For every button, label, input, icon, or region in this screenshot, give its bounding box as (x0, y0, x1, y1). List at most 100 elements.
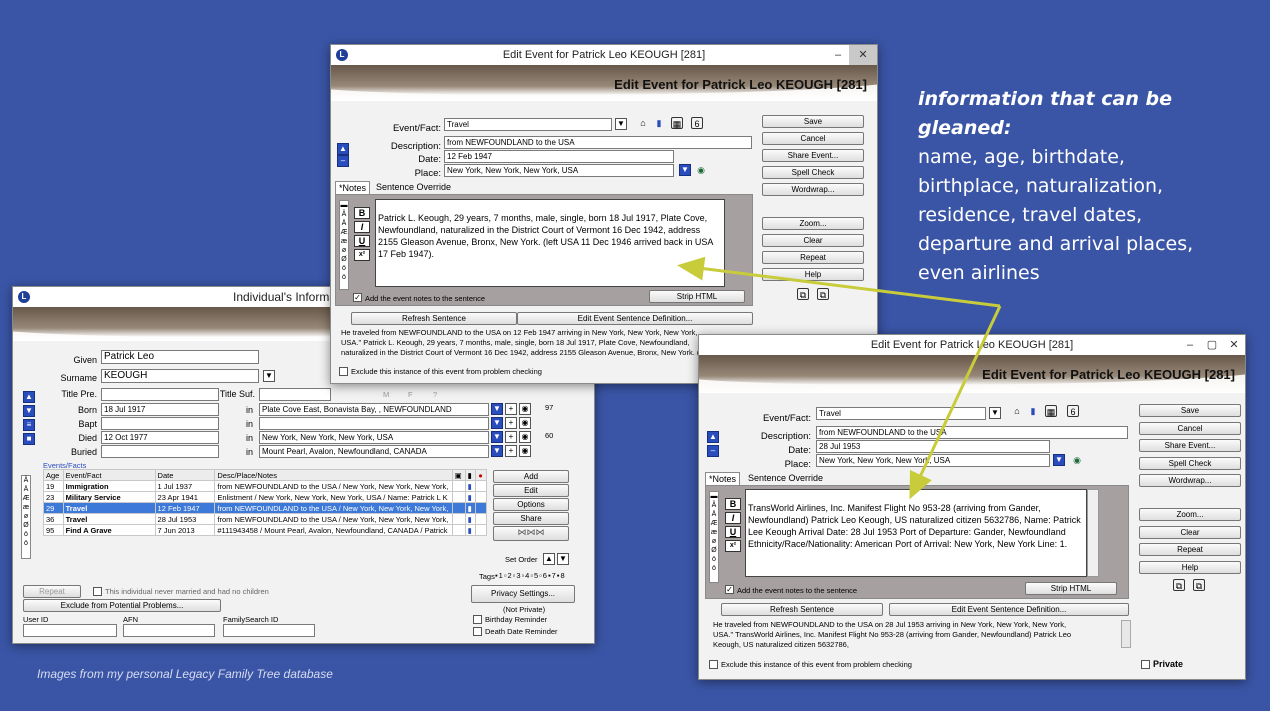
address-icon[interactable]: ⌂ (1011, 405, 1023, 417)
repeat-button[interactable]: Repeat (762, 251, 864, 264)
place-dropdown[interactable]: ▼ (679, 164, 691, 176)
table-row[interactable]: 23 Military Service 23 Apr 1941 Enlistment … (43, 491, 487, 503)
strip-html-button[interactable]: Strip HTML (1025, 582, 1117, 595)
never-married-checkbox[interactable] (93, 587, 102, 596)
place-field[interactable]: New York, New York, New York, USA (816, 454, 1050, 467)
death-reminder-checkbox[interactable] (473, 627, 482, 636)
share-event-button[interactable]: Share Event... (762, 149, 864, 162)
close-button[interactable]: ✕ (849, 45, 877, 65)
copy-icon[interactable]: ⧉ (797, 288, 809, 300)
help-button[interactable]: Help (762, 268, 864, 281)
gender-m[interactable]: M (383, 390, 389, 399)
paste-icon[interactable]: ⧉ (1193, 579, 1205, 591)
born-place-field[interactable]: Plate Cove East, Bonavista Bay, , NEWFOU… (259, 403, 489, 416)
italic-button[interactable]: I (725, 512, 741, 524)
exclude-checkbox[interactable] (709, 660, 718, 669)
died-sources-icon[interactable]: + (505, 431, 517, 443)
record-button[interactable]: ■ (23, 433, 35, 445)
title-suf-field[interactable] (259, 388, 331, 401)
col-desc[interactable]: Desc/Place/Notes (214, 469, 453, 481)
surname-field[interactable]: KEOUGH (101, 369, 259, 383)
description-field[interactable]: from NEWFOUNDLAND to the USA (444, 136, 752, 149)
tab-notes[interactable]: *Notes (705, 472, 741, 485)
media-icon[interactable]: ▦ (671, 117, 683, 129)
event-field[interactable]: Travel (816, 407, 986, 420)
table-row[interactable]: 36 Travel 28 Jul 1953 from NEWFOUNDLAND to … (43, 513, 487, 525)
edit-sentence-definition-button[interactable]: Edit Event Sentence Definition... (889, 603, 1129, 616)
bapt-place-field[interactable] (259, 417, 489, 430)
save-button[interactable]: Save (762, 115, 864, 128)
zoom-button[interactable]: Zoom... (1139, 508, 1241, 521)
table-row[interactable]: 29 Travel 12 Feb 1947 from NEWFOUNDLAND to … (43, 502, 487, 514)
title-pre-field[interactable] (101, 388, 219, 401)
tag-icon[interactable]: 6 (1067, 405, 1079, 417)
tab-sentence-override[interactable]: Sentence Override (373, 181, 454, 194)
minimize-button[interactable]: – (1179, 335, 1201, 355)
buried-map-icon[interactable]: ◉ (519, 445, 531, 457)
died-place-field[interactable]: New York, New York, New York, USA (259, 431, 489, 444)
add-notes-checkbox[interactable]: ✓ (353, 293, 362, 302)
special-chars-column[interactable]: ▬ Â Ä Ææ ø Øö ö (339, 200, 349, 290)
edit-event-button[interactable]: Edit (493, 484, 569, 497)
clear-button[interactable]: Clear (1139, 526, 1241, 539)
nav-down-button[interactable]: ▼ (23, 405, 35, 417)
minimize-button[interactable]: – (827, 45, 849, 65)
cancel-button[interactable]: Cancel (1139, 422, 1241, 435)
refresh-sentence-button[interactable]: Refresh Sentence (351, 312, 517, 325)
events-table[interactable]: Age Event/Fact Date Desc/Place/Notes ▣ ▮ ● 19 I… (43, 469, 487, 536)
bold-button[interactable]: B (354, 207, 370, 219)
bapt-sources-icon[interactable]: + (505, 417, 517, 429)
buried-sources-icon[interactable]: + (505, 445, 517, 457)
col-age[interactable]: Age (43, 469, 64, 481)
nav-up-button[interactable]: ▲ (23, 391, 35, 403)
place-field[interactable]: New York, New York, New York, USA (444, 164, 674, 177)
tab-sentence-override[interactable]: Sentence Override (745, 472, 826, 485)
zoom-button[interactable]: Zoom... (762, 217, 864, 230)
family-list-button[interactable]: ≡ (23, 419, 35, 431)
notes-text-area[interactable]: Patrick L. Keough, 29 years, 7 months, m… (375, 199, 725, 287)
buried-date-field[interactable] (101, 445, 219, 458)
dna-button[interactable]: ⋈⋈⋈ (493, 526, 569, 541)
bapt-place-dropdown[interactable]: ▼ (491, 417, 503, 429)
surname-dropdown[interactable]: ▼ (263, 370, 275, 382)
underline-button[interactable]: U (354, 235, 370, 247)
died-place-dropdown[interactable]: ▼ (491, 431, 503, 443)
place-dropdown[interactable]: ▼ (1053, 454, 1065, 466)
superscript-button[interactable]: x² (354, 249, 370, 261)
tag-boxes[interactable]: ▪1▫2▫3▫4▫5▫6▪7▪8 (495, 571, 566, 580)
exclude-checkbox[interactable] (339, 367, 348, 376)
user-id-field[interactable] (23, 624, 117, 637)
event-field[interactable]: Travel (444, 118, 612, 131)
buried-place-field[interactable]: Mount Pearl, Avalon, Newfoundland, CANAD… (259, 445, 489, 458)
copy-icon[interactable]: ⧉ (1173, 579, 1185, 591)
notes-scrollbar[interactable] (1087, 489, 1099, 577)
close-button[interactable]: ✕ (1223, 335, 1245, 355)
given-field[interactable]: Patrick Leo (101, 350, 259, 364)
event-dropdown[interactable]: ▼ (615, 118, 627, 130)
tab-notes[interactable]: *Notes (335, 181, 371, 194)
gender-unknown[interactable]: ? (433, 390, 437, 399)
bold-button[interactable]: B (725, 498, 741, 510)
superscript-button[interactable]: x² (725, 540, 741, 552)
tag-icon[interactable]: 6 (691, 117, 703, 129)
afn-field[interactable] (123, 624, 215, 637)
exclude-problems-button[interactable]: Exclude from Potential Problems... (23, 599, 221, 612)
order-up-button[interactable]: ▲ (543, 553, 555, 565)
died-date-field[interactable]: 12 Oct 1977 (101, 431, 219, 444)
bapt-map-icon[interactable]: ◉ (519, 417, 531, 429)
nav-down-button[interactable]: – (707, 445, 719, 457)
gender-f[interactable]: F (408, 390, 413, 399)
add-notes-checkbox[interactable]: ✓ (725, 585, 734, 594)
col-event[interactable]: Event/Fact (62, 469, 156, 481)
nav-up-button[interactable]: ▲ (707, 431, 719, 443)
save-button[interactable]: Save (1139, 404, 1241, 417)
date-field[interactable]: 12 Feb 1947 (444, 150, 674, 163)
share-button[interactable]: Share (493, 512, 569, 525)
birthday-reminder-checkbox[interactable] (473, 615, 482, 624)
special-chars-column[interactable]: ÂÄÆæøØöö (21, 475, 31, 559)
date-field[interactable]: 28 Jul 1953 (816, 440, 1050, 453)
italic-button[interactable]: I (354, 221, 370, 233)
map-icon[interactable]: ◉ (1071, 454, 1083, 466)
buried-place-dropdown[interactable]: ▼ (491, 445, 503, 457)
event-dropdown[interactable]: ▼ (989, 407, 1001, 419)
